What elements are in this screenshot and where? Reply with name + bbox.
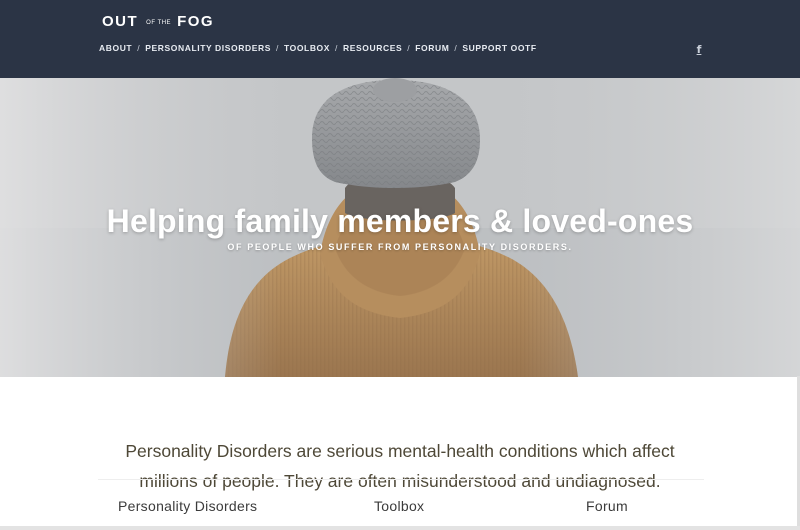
nav-separator: / — [407, 43, 411, 53]
nav-separator: / — [276, 43, 279, 53]
nav-item-about[interactable]: ABOUT — [99, 43, 132, 53]
nav-item-support-ootf[interactable]: SUPPORT OOTF — [462, 43, 536, 53]
logo-word-of-the: OF THE — [146, 20, 172, 26]
intro-text: Personality Disorders are serious mental… — [125, 440, 675, 491]
logo-word-fog: FOG — [177, 13, 215, 30]
hero-title: Helping family members & loved-ones — [106, 203, 694, 239]
site-logo[interactable]: OUT OF THE FOG — [102, 13, 214, 31]
logo-word-out: OUT — [102, 13, 139, 30]
main-nav: ABOUT / PERSONALITY DISORDERS / TOOLBOX … — [99, 43, 537, 53]
nav-separator: / — [335, 43, 339, 53]
nav-item-personality-disorders[interactable]: PERSONALITY DISORDERS — [145, 43, 271, 53]
hero-banner: Helping family members & loved-ones OF P… — [0, 78, 800, 377]
window-bottom-edge — [0, 526, 800, 530]
nav-separator: / — [137, 43, 141, 53]
page: OUT OF THE FOG ABOUT / PERSONALITY DISORDE… — [0, 0, 800, 530]
nav-item-resources[interactable]: RESOURCES — [343, 43, 402, 53]
link-toolbox[interactable]: Toolbox — [374, 498, 424, 514]
hero-subtitle: OF PEOPLE WHO SUFFER FROM PERSONALITY DI… — [227, 242, 573, 252]
nav-separator: / — [454, 43, 458, 53]
site-header: OUT OF THE FOG ABOUT / PERSONALITY DISORDE… — [0, 0, 800, 78]
nav-item-toolbox[interactable]: TOOLBOX — [284, 43, 330, 53]
facebook-icon[interactable]: f — [694, 43, 704, 57]
feature-links: Personality Disorders Toolbox Forum — [0, 498, 800, 520]
link-personality-disorders[interactable]: Personality Disorders — [118, 498, 257, 514]
nav-item-forum[interactable]: FORUM — [415, 43, 449, 53]
section-divider — [98, 479, 704, 480]
link-forum[interactable]: Forum — [586, 498, 628, 514]
